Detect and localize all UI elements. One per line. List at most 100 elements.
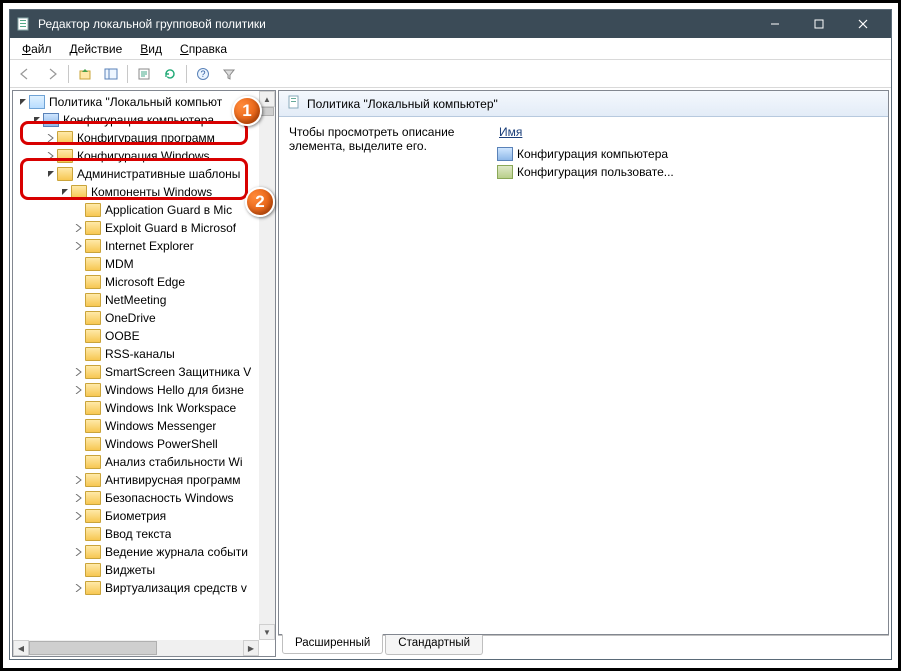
toolbar-separator [68,65,69,83]
tree-item[interactable]: MDM [13,255,259,273]
tree-item[interactable]: RSS-каналы [13,345,259,363]
tree-item[interactable]: Биометрия [13,507,259,525]
scroll-right-icon[interactable]: ▶ [243,640,259,656]
tree-item-label: Windows Hello для бизне [105,383,244,397]
tree-item[interactable]: Ввод текста [13,525,259,543]
tree-root[interactable]: Политика "Локальный компьют [13,93,259,111]
up-button[interactable] [73,63,97,85]
svg-text:?: ? [200,69,205,79]
tab-extended[interactable]: Расширенный [282,634,383,654]
tree-item[interactable]: Windows Messenger [13,417,259,435]
tree-item[interactable]: Безопасность Windows [13,489,259,507]
tree-item-label: Windows PowerShell [105,437,218,451]
app-icon [16,16,32,32]
column-header-name[interactable]: Имя [497,123,880,145]
tree-item-label: Application Guard в Mic [105,203,232,217]
tree-horizontal-scrollbar[interactable]: ◀ ▶ [13,640,259,656]
scroll-thumb[interactable] [260,107,274,116]
tree-program-config[interactable]: Конфигурация программ [13,129,259,147]
tree-item[interactable]: Windows Ink Workspace [13,399,259,417]
tree-item[interactable]: Internet Explorer [13,237,259,255]
menu-action-label: ействие [78,42,123,56]
list-column: Имя Конфигурация компьютера Конфигурация… [489,117,888,634]
scroll-up-icon[interactable]: ▲ [259,91,275,107]
tree-computer-config[interactable]: Конфигурация компьютера [13,111,259,129]
menu-file[interactable]: Файл [14,40,60,58]
minimize-button[interactable] [753,10,797,38]
tree-vertical-scrollbar[interactable]: ▲ ▼ [259,91,275,640]
chevron-right-icon[interactable] [73,512,85,520]
tree-item[interactable]: Exploit Guard в Microsof [13,219,259,237]
book-icon [29,95,45,109]
folder-icon [85,203,101,217]
tree-item[interactable]: Ведение журнала событи [13,543,259,561]
folder-icon [85,347,101,361]
chevron-right-icon[interactable] [73,494,85,502]
chevron-right-icon[interactable] [73,584,85,592]
scroll-thumb[interactable] [29,641,157,655]
tree-item[interactable]: Windows Hello для бизне [13,381,259,399]
scroll-down-icon[interactable]: ▼ [259,624,275,640]
tree-item[interactable]: OOBE [13,327,259,345]
chevron-right-icon[interactable] [73,548,85,556]
help-button[interactable]: ? [191,63,215,85]
chevron-right-icon[interactable] [73,224,85,232]
folder-icon [85,365,101,379]
details-pane: Политика "Локальный компьютер" Чтобы про… [278,90,889,657]
folder-icon [85,329,101,343]
nav-forward-button[interactable] [40,63,64,85]
tree-item[interactable]: Виджеты [13,561,259,579]
tree-item[interactable]: Windows PowerShell [13,435,259,453]
nav-back-button[interactable] [14,63,38,85]
chevron-down-icon[interactable] [31,116,43,124]
show-hide-tree-button[interactable] [99,63,123,85]
folder-icon [57,131,73,145]
tree-item-label: Виджеты [105,563,155,577]
chevron-right-icon[interactable] [45,134,57,142]
chevron-down-icon[interactable] [59,188,71,196]
tree-item[interactable]: Антивирусная программ [13,471,259,489]
tree-item[interactable]: Application Guard в Mic [13,201,259,219]
content-area: Политика "Локальный компьютКонфигурация … [10,88,891,659]
chevron-right-icon[interactable] [73,368,85,376]
folder-icon [57,167,73,181]
tree-item-label: Internet Explorer [105,239,194,253]
chevron-right-icon[interactable] [73,476,85,484]
export-button[interactable] [132,63,156,85]
tab-standard[interactable]: Стандартный [385,635,483,655]
folder-icon [57,149,73,163]
tree-windows-components[interactable]: Компоненты Windows [13,183,259,201]
chevron-right-icon[interactable] [45,152,57,160]
tree-item[interactable]: Microsoft Edge [13,273,259,291]
tree-admin-templates[interactable]: Административные шаблоны [13,165,259,183]
list-item[interactable]: Конфигурация пользовате... [497,163,880,181]
chevron-down-icon[interactable] [17,98,29,106]
folder-icon [85,509,101,523]
chevron-down-icon[interactable] [45,170,57,178]
list-item[interactable]: Конфигурация компьютера [497,145,880,163]
close-button[interactable] [841,10,885,38]
tree-windows-config[interactable]: Конфигурация Windows [13,147,259,165]
refresh-button[interactable] [158,63,182,85]
tree-item[interactable]: Виртуализация средств v [13,579,259,597]
folder-icon [85,275,101,289]
folder-icon [85,437,101,451]
folder-icon [85,401,101,415]
description-column: Чтобы просмотреть описание элемента, выд… [279,117,489,634]
tree-item[interactable]: SmartScreen Защитника V [13,363,259,381]
maximize-button[interactable] [797,10,841,38]
menu-view[interactable]: Вид [132,40,170,58]
tree-item[interactable]: Анализ стабильности Wi [13,453,259,471]
filter-button[interactable] [217,63,241,85]
tree-pane: Политика "Локальный компьютКонфигурация … [12,90,276,657]
tree-item[interactable]: OneDrive [13,309,259,327]
menu-action[interactable]: Действие [62,40,131,58]
menu-help[interactable]: Справка [172,40,235,58]
scroll-left-icon[interactable]: ◀ [13,640,29,656]
toolbar: ? [10,60,891,88]
tree-item-label: Виртуализация средств v [105,581,247,595]
titlebar: Редактор локальной групповой политики [10,10,891,38]
chevron-right-icon[interactable] [73,242,85,250]
tree-item[interactable]: NetMeeting [13,291,259,309]
chevron-right-icon[interactable] [73,386,85,394]
